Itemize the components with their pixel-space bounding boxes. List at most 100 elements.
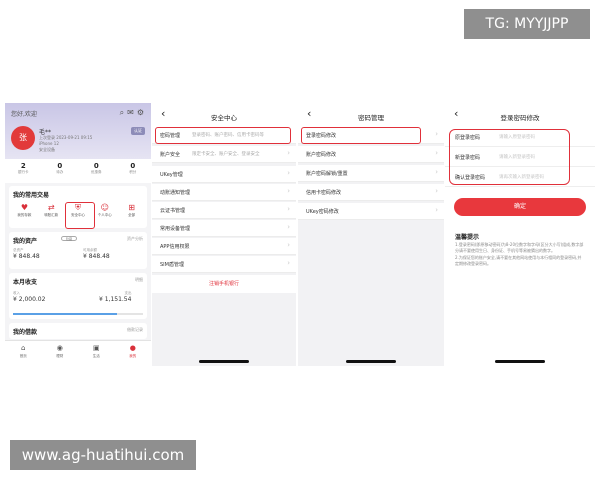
row-account-security[interactable]: 账户安全 限定卡安全、账户安全、登录安全 › [152,146,296,163]
chevron-right-icon: › [435,130,438,138]
wealth-icon: ◉ [56,344,63,352]
stats-bar: 2 银行卡 0 待办 0 优惠券 0 积分 [5,159,151,183]
chevron-right-icon: › [287,223,290,231]
grid-icon: ⊞ [128,203,135,212]
greeting: 您好,欢迎 [11,111,37,118]
stat-number: 0 [57,162,63,170]
stat-item[interactable]: 0 优惠券 [78,159,115,183]
function-label: 转账汇款 [44,213,59,217]
row-label: UKey管理 [160,172,183,178]
life-icon: ▣ [92,344,100,352]
income-in-value: ¥ 2,000.02 [13,296,46,303]
verify-badge[interactable]: 认证 [131,127,145,135]
tab-label: 理财 [56,354,64,358]
highlight-password-management [155,127,291,144]
stat-label: 积分 [129,170,137,174]
avatar[interactable]: 张 [11,126,35,150]
chevron-right-icon: › [287,205,290,213]
search-icon[interactable]: ⌕ [120,108,127,117]
row-account-password-unlock[interactable]: 账户密码解锁/重置 › [298,165,444,182]
watermark-bottom: www.ag-huatihui.com [10,440,196,470]
function-personal-center[interactable]: ☺ 个人中心 [91,202,118,218]
gear-icon[interactable]: ⚙ [137,108,147,117]
row-sim-shield[interactable]: SIM盾管理 › [152,256,296,273]
section-title: 本月收支 [13,279,38,286]
watermark-top: TG: MYYJJPP [464,9,590,39]
tab-wealth[interactable]: ◉ 理财 [42,341,79,366]
home-icon: ⌂ [21,344,26,352]
stat-number: 0 [130,162,136,170]
highlight-password-fields [449,129,570,185]
highlight-login-password-change [301,127,421,144]
row-account-password-change[interactable]: 账户密码修改 › [298,146,444,163]
row-label: 云证书管理 [160,208,186,214]
security-center-screen: ‹ 安全中心 密码管理 登录密码、账户密码、信用卡密码等 账户安全 限定卡安全、账户… [152,103,296,366]
user-info-line: 安全设备 [39,147,55,152]
row-transaction-notice[interactable]: 动账通知管理 › [152,184,296,201]
chevron-right-icon: › [435,168,438,176]
income-in: 收入 ¥ 2,000.02 [13,291,45,303]
monthly-income-card[interactable]: 本月收支 明细 收入 ¥ 2,000.02 支出 ¥ 1,151.54 [9,273,147,319]
home-indicator [199,360,249,363]
row-ukey[interactable]: UKey管理 › [152,166,296,183]
transfer-icon: ⇄ [47,203,55,212]
row-credit-card-password[interactable]: 信用卡密码修改 › [298,184,444,201]
income-progress-bar [13,313,143,315]
row-label: 账户密码解锁/重置 [306,171,348,177]
person-icon: ☺ [100,203,109,212]
chevron-right-icon: › [435,187,438,195]
function-label: 全部 [128,213,136,217]
tab-life[interactable]: ▣ 生活 [78,341,115,366]
row-common-devices[interactable]: 常用设备管理 › [152,220,296,237]
row-label: 账户密码修改 [306,152,337,158]
tab-label: 我的 [129,354,137,358]
section-title: 我的常用交易 [13,192,50,199]
stat-number: 2 [20,162,26,170]
row-ukey-password[interactable]: UKey密码修改 › [298,203,444,220]
function-label: 个人中心 [97,213,112,217]
row-label: APP信用权限 [160,244,190,250]
user-icon: ● [129,344,136,352]
row-label: 动账通知管理 [160,190,191,196]
my-loans-card[interactable]: 我的借款 借款记录 [9,323,147,339]
stat-item[interactable]: 0 积分 [115,159,152,183]
nav-bar: ‹ 登录密码修改 [445,103,595,127]
home-screen: 您好,欢迎 ⌕✉⚙ 张 毛** 上次登录 2023-09-21 09:15 iP… [5,103,151,366]
loan-record-link[interactable]: 借款记录 [127,327,143,333]
page-title: 登录密码修改 [500,114,540,122]
assets-card[interactable]: 我的资产 隐藏 资产分析 总资产 ¥ 848.48 可用余额 ¥ 848.48 [9,232,147,269]
chevron-right-icon: › [435,206,438,214]
tab-home[interactable]: ⌂ 首页 [5,341,42,366]
row-label: SIM盾管理 [160,262,184,268]
row-label: 账户安全 [160,152,181,158]
stat-item[interactable]: 0 待办 [42,159,79,183]
row-label: 信用卡密码修改 [306,190,342,196]
message-icon[interactable]: ✉ [127,108,137,117]
deposit-icon: ♥ [20,203,28,212]
income-progress-fill [13,313,117,315]
confirm-button[interactable]: 确定 [454,198,586,216]
row-label: 常用设备管理 [160,226,191,232]
logout-mobile-banking-button[interactable]: 注销手机银行 [152,275,296,293]
function-transfer[interactable]: ⇄ 转账汇款 [38,202,65,218]
chevron-right-icon: › [287,259,290,267]
function-my-deposit[interactable]: ♥ 我的存款 [11,202,38,218]
stat-label: 待办 [56,170,64,174]
assets-analysis-link[interactable]: 资产分析 [127,236,143,242]
function-label: 我的存款 [17,213,32,217]
row-app-permissions[interactable]: APP信用权限 › [152,238,296,255]
income-detail-link[interactable]: 明细 [135,277,143,283]
total-assets-value: ¥ 848.48 [13,253,40,260]
profile-header: 您好,欢迎 ⌕✉⚙ 张 毛** 上次登录 2023-09-21 09:15 iP… [5,103,151,159]
login-password-change-screen: ‹ 登录密码修改 原登录密码 请输入原登录密码 新登录密码 请输入新登录密码 确认登… [445,103,595,366]
function-all[interactable]: ⊞ 全部 [118,202,145,218]
hide-assets-toggle[interactable]: 隐藏 [61,236,77,241]
tip-line: 1.登录密码(即原移动密码)为8-20位数字和字母(区分大小写)组成,数字部分请… [455,242,584,253]
row-cloud-certificate[interactable]: 云证书管理 › [152,202,296,219]
stat-item[interactable]: 2 银行卡 [5,159,42,183]
available-balance-value: ¥ 848.48 [83,253,110,260]
chevron-right-icon: › [287,149,290,157]
tab-mine[interactable]: ● 我的 [115,341,152,366]
chevron-right-icon: › [435,149,438,157]
tab-label: 首页 [19,354,27,358]
